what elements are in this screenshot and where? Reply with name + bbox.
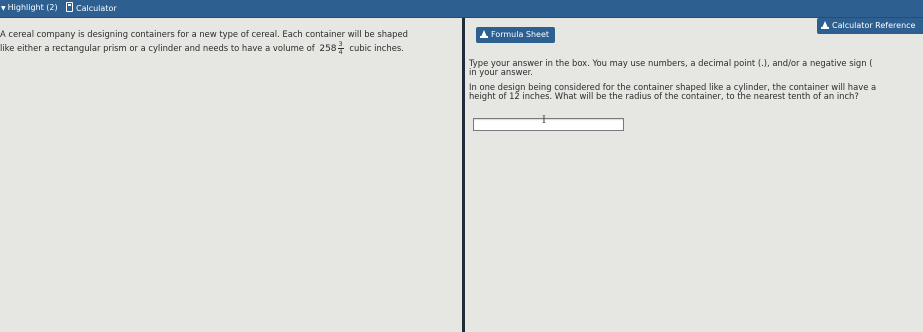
answer-input[interactable] <box>473 118 624 131</box>
highlight-tool[interactable]: ▼ Highlight (2) <box>1 2 58 15</box>
formula-sheet-label: Formula Sheet <box>491 30 550 39</box>
formula-sheet-icon <box>480 30 488 38</box>
fraction-denominator: 4 <box>338 48 343 56</box>
calculator-icon <box>66 2 73 12</box>
text-cursor-icon: I <box>542 115 546 126</box>
calculator-label: Calculator <box>76 4 117 13</box>
volume-fraction: 34 <box>337 41 344 56</box>
calculator-reference-button[interactable]: Calculator Reference <box>817 18 923 34</box>
passage-line-2-after: cubic inches. <box>349 43 404 53</box>
passage-line-2: like either a rectangular prism or a cyl… <box>0 41 460 56</box>
calculator-reference-icon <box>821 21 829 29</box>
volume-mixed-number: 258 3 4 <box>319 41 344 56</box>
passage-line-2-before: like either a rectangular prism or a cyl… <box>0 43 315 53</box>
question-line-2: height of 12 inches. What will be the ra… <box>469 91 859 101</box>
instructions-line-2: in your answer. <box>469 67 533 77</box>
formula-sheet-button[interactable]: Formula Sheet <box>476 27 556 43</box>
calculator-tool[interactable]: Calculator <box>66 2 117 15</box>
toolbar: ▼ Highlight (2) Calculator <box>0 0 923 18</box>
passage-text: A cereal company is designing containers… <box>0 27 460 56</box>
highlight-label: Highlight (2) <box>7 3 58 12</box>
volume-whole: 258 <box>319 44 337 54</box>
passage-line-1: A cereal company is designing containers… <box>0 29 408 39</box>
chevron-down-icon: ▼ <box>1 5 6 12</box>
calculator-reference-label: Calculator Reference <box>832 21 916 30</box>
panel-divider[interactable] <box>462 18 465 332</box>
